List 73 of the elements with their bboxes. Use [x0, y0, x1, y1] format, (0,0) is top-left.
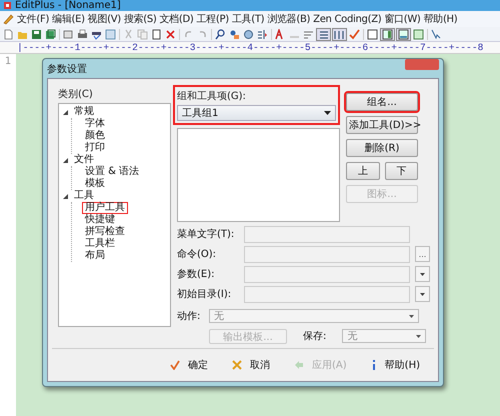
menu-item[interactable]: 搜索(S): [124, 12, 156, 26]
dialog-button[interactable]: 组名...: [346, 93, 418, 111]
tree-item[interactable]: 用户工具: [82, 202, 128, 214]
search-icon[interactable]: [215, 28, 226, 40]
tree-item[interactable]: 设置 & 语法: [82, 166, 142, 178]
browse-button[interactable]: ...: [415, 246, 430, 262]
expand-arrow-icon[interactable]: [63, 194, 68, 198]
dialog-button[interactable]: 添加工具(D)>>: [346, 116, 418, 134]
menu-item[interactable]: Zen Coding(Z): [313, 14, 382, 24]
tree-item[interactable]: 快捷键: [82, 214, 118, 226]
printer-icon[interactable]: [77, 28, 88, 40]
menu-button[interactable]: [415, 266, 430, 282]
menu-item[interactable]: 文件(F): [17, 12, 50, 26]
expand-arrow-icon[interactable]: [63, 110, 68, 114]
expand-arrow-icon[interactable]: [63, 158, 68, 162]
dropdown-arrow-icon: [324, 111, 331, 115]
save-all-icon[interactable]: [45, 28, 56, 40]
check-icon[interactable]: [349, 28, 360, 40]
input-field[interactable]: [244, 286, 410, 302]
tree-item[interactable]: 布局: [82, 250, 108, 262]
tree-item[interactable]: 常规: [71, 106, 97, 118]
group-label: 组和工具项(G):: [177, 90, 247, 103]
footer-button[interactable]: 取消: [230, 356, 272, 374]
dropdown-arrow-icon: [409, 314, 414, 318]
dialog-title: 参数设置: [47, 62, 87, 76]
menu-item[interactable]: 帮助(H): [424, 12, 458, 26]
move-button[interactable]: 上: [346, 162, 380, 180]
app-icon: [3, 1, 12, 10]
cross-icon: [232, 360, 242, 370]
category-label: 类别(C): [58, 88, 94, 101]
dropdown-arrow-icon: [416, 334, 422, 338]
pencil-icon: [2, 13, 14, 25]
tree-item[interactable]: 拼写检查: [82, 226, 128, 238]
input-field[interactable]: [244, 266, 410, 282]
field-label: 参数(E):: [177, 268, 216, 281]
move-button[interactable]: 下: [384, 162, 418, 180]
checkmark-icon: [170, 360, 180, 370]
window-title: EditPlus - [Noname1]: [15, 0, 121, 11]
menu-item[interactable]: 文档(D): [160, 12, 194, 26]
menu-item[interactable]: 工具(T): [232, 12, 264, 26]
save-icon[interactable]: [31, 28, 42, 40]
menu-button[interactable]: [415, 286, 430, 302]
group-dropdown[interactable]: 工具组1: [177, 105, 336, 121]
tree-item[interactable]: 颜色: [82, 130, 108, 142]
footer-button[interactable]: 帮助(H): [368, 356, 422, 374]
delete-icon[interactable]: [165, 28, 176, 40]
dropdown-arrow-icon: [420, 272, 425, 276]
tree-item[interactable]: 字体: [82, 118, 108, 130]
field-label: 初始目录(I):: [177, 288, 232, 301]
line-number: 1: [4, 56, 12, 67]
tree-item[interactable]: 工具: [71, 190, 97, 202]
tree-item[interactable]: 工具栏: [82, 238, 118, 250]
input-field[interactable]: [244, 246, 410, 262]
footer-button[interactable]: 确定: [168, 356, 210, 374]
save-label: 保存:: [303, 330, 326, 343]
tree-item[interactable]: 打印: [82, 142, 108, 154]
field-label: 菜单文字(T):: [177, 228, 236, 241]
action-label: 动作:: [177, 310, 199, 323]
menu-item[interactable]: 编辑(E): [52, 12, 85, 26]
field-label: 命令(O):: [177, 248, 218, 261]
menu-item[interactable]: 窗口(W): [384, 12, 421, 26]
info-icon: [370, 360, 377, 370]
menu-item[interactable]: 浏览器(B): [267, 12, 310, 26]
arrow-left-icon: [294, 360, 304, 370]
ruler: |----+----1----+----2----+----3----+----4----+----5----+----6----+----7----+----8: [17, 42, 484, 52]
tree-item[interactable]: 文件: [71, 154, 97, 166]
word-wrap-icon[interactable]: [303, 28, 314, 40]
menu-item[interactable]: 工程(P): [196, 12, 229, 26]
dialog-button[interactable]: 删除(R): [346, 139, 418, 157]
dropdown-arrow-icon: [420, 292, 425, 296]
input-field[interactable]: [244, 226, 410, 242]
tree-item[interactable]: 模板: [82, 178, 108, 190]
menu-item[interactable]: 视图(V): [88, 12, 121, 26]
